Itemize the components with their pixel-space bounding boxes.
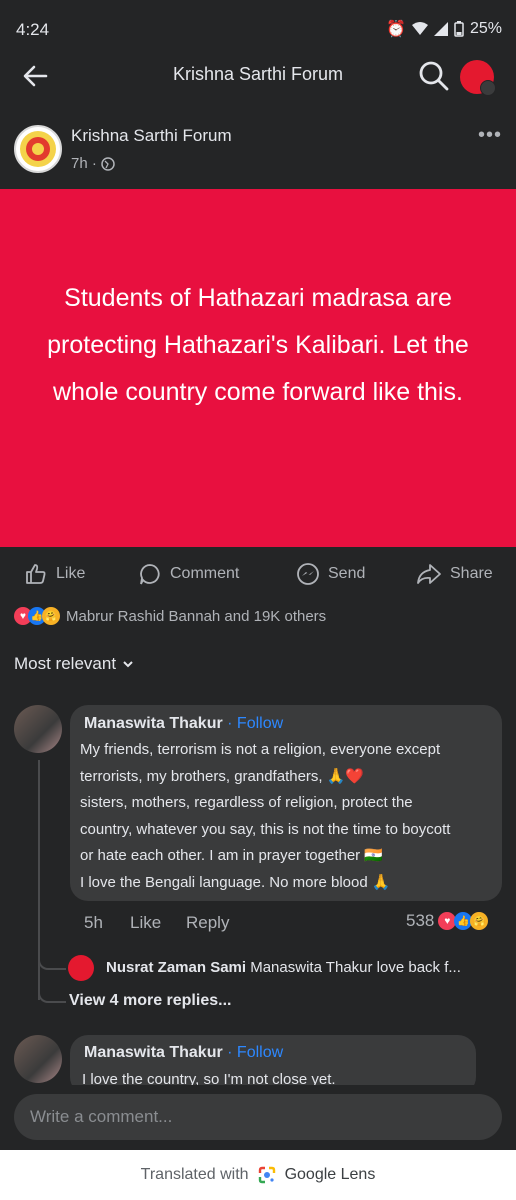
search-button[interactable] [418, 60, 450, 92]
status-time: 4:24 [16, 20, 50, 39]
comment-author[interactable]: Manaswita Thakur [84, 715, 223, 732]
share-button[interactable]: Share [416, 562, 493, 586]
thread-branch [38, 940, 66, 970]
comment-author[interactable]: Manaswita Thakur [84, 1044, 223, 1061]
reply-preview[interactable]: Nusrat Zaman Sami Manaswita Thakur love … [106, 959, 461, 976]
sort-label: Most relevant [14, 654, 117, 673]
comment-reply-button[interactable]: Reply [186, 913, 229, 933]
comment-line: terrorists, my brothers, grandfathers, 🙏… [80, 767, 365, 785]
more-icon: ••• [478, 124, 503, 146]
sort-comments-button[interactable]: Most relevant [14, 654, 134, 674]
battery-percent: 25% [469, 20, 502, 37]
wifi-icon [411, 22, 428, 35]
care-reaction-icon: 🤗 [42, 607, 60, 625]
send-label: Send [328, 565, 366, 582]
share-icon [417, 564, 441, 584]
comment-reactions[interactable]: 538 ♥ 👍 🤗 [406, 911, 489, 931]
signal-icon [433, 22, 448, 36]
comment-input[interactable] [14, 1094, 502, 1140]
alarm-icon: ⏰ [386, 21, 406, 38]
comment-label: Comment [170, 565, 240, 582]
reactions-text: Mabrur Rashid Bannah and 19K others [66, 607, 327, 625]
send-button[interactable]: Send [296, 562, 365, 586]
comment-line: My friends, terrorism is not a religion,… [80, 741, 441, 758]
messenger-icon [297, 563, 319, 585]
comment-icon [140, 564, 160, 585]
follow-button[interactable]: · Follow [227, 1044, 283, 1061]
post-image[interactable]: Students of Hathazari madrasa are protec… [0, 189, 516, 547]
commenter-avatar[interactable] [14, 1035, 62, 1083]
comment-line: sisters, mothers, regardless of religion… [80, 794, 413, 812]
translation-footer: Translated with Google Lens [0, 1150, 516, 1200]
group-logo-icon [20, 131, 56, 167]
chevron-down-icon [123, 661, 133, 668]
commenter-avatar[interactable] [14, 705, 62, 753]
comment-button[interactable]: Comment [138, 562, 239, 586]
reply-author: Nusrat Zaman Sami [106, 959, 247, 976]
globe-icon [101, 156, 115, 171]
comment-line: or hate each other. I am in prayer toget… [80, 847, 384, 865]
battery-icon [454, 21, 464, 37]
reply-avatar[interactable] [68, 955, 94, 981]
share-label: Share [450, 565, 493, 582]
reply-text: Manaswita Thakur love back f... [250, 959, 461, 976]
group-avatar[interactable] [14, 125, 62, 173]
comment-like-button[interactable]: Like [130, 913, 161, 933]
comment-line: I love the Bengali language. No more blo… [80, 873, 391, 891]
like-label: Like [56, 565, 86, 582]
post-time: 7h · [71, 155, 97, 172]
chevron-down-icon [480, 80, 496, 96]
comment-line: country, whatever you say, this is not t… [80, 820, 451, 838]
like-button[interactable]: Like [24, 562, 85, 586]
comment-text: My friends, terrorism is not a religion,… [80, 737, 494, 897]
translated-with-text: Translated with [140, 1166, 249, 1183]
profile-menu-button[interactable] [460, 60, 496, 96]
follow-button[interactable]: · Follow [227, 715, 283, 732]
reactions-summary[interactable]: ♥ 👍 🤗 Mabrur Rashid Bannah and 19K other… [14, 607, 326, 625]
care-reaction-icon: 🤗 [470, 912, 489, 930]
post-image-text: Students of Hathazari madrasa are protec… [47, 284, 469, 406]
comment-reaction-count: 538 [406, 911, 435, 930]
more-options-button[interactable]: ••• [478, 124, 506, 146]
comment-bubble[interactable]: Manaswita Thakur · Follow My friends, te… [70, 705, 502, 901]
thumbs-up-icon [26, 564, 46, 584]
search-icon [419, 61, 449, 91]
group-name[interactable]: Krishna Sarthi Forum [71, 126, 232, 146]
view-more-replies-button[interactable]: View 4 more replies... [69, 992, 231, 1010]
post-meta: 7h · [71, 155, 115, 172]
thread-branch [38, 975, 66, 1003]
status-icons: ⏰ 25% [386, 19, 502, 39]
google-lens-brand: Google Lens [284, 1166, 376, 1183]
comment-time: 5h [84, 913, 103, 932]
google-lens-icon [258, 1166, 275, 1184]
